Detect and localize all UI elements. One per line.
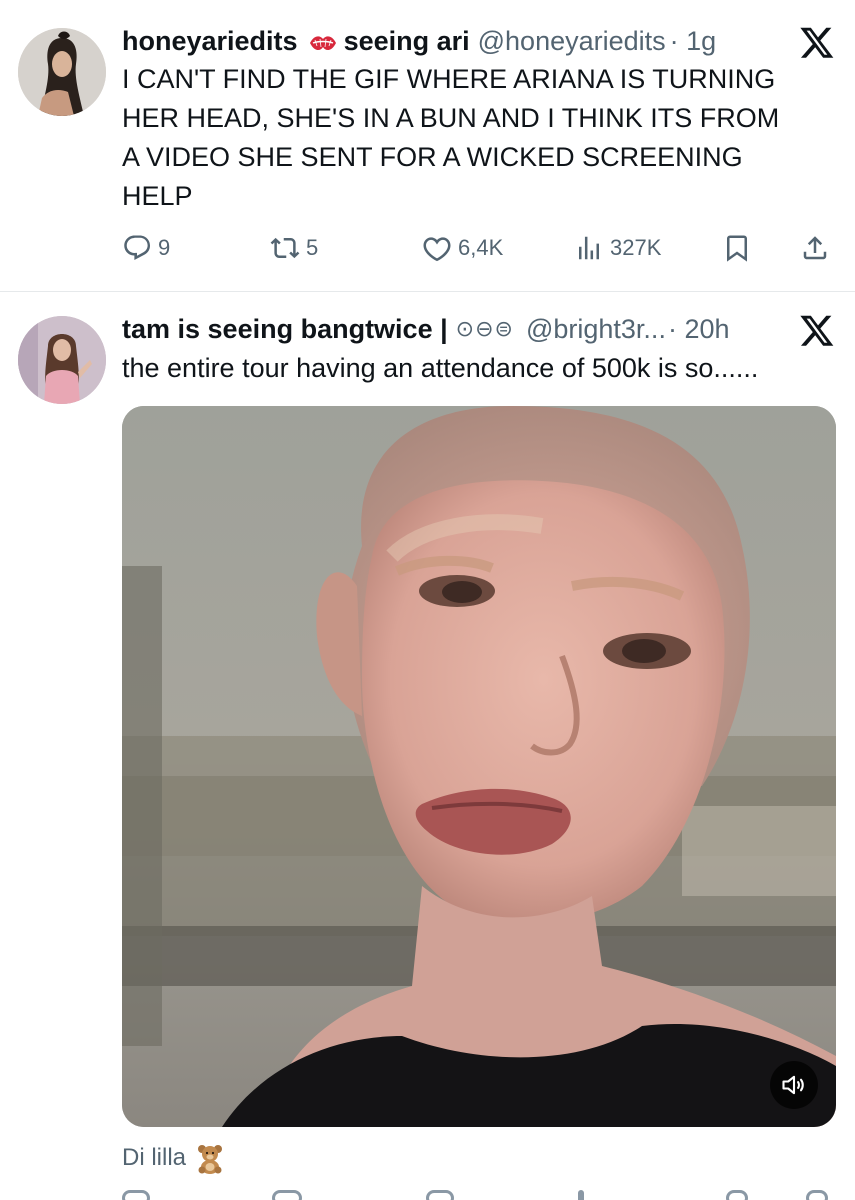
tweet-text: I CAN'T FIND THE GIF WHERE ARIANA IS TUR…: [122, 64, 780, 211]
views-count: 327K: [610, 235, 662, 260]
handle[interactable]: @honeyariedits: [478, 26, 666, 57]
display-name[interactable]: tam is seeing bangtwice |: [122, 314, 448, 345]
heart-icon: [423, 237, 451, 262]
display-name-suffix[interactable]: seeing ari: [344, 26, 470, 57]
profile-badges: ⊙⊖⊜: [455, 316, 514, 341]
repost-button[interactable]: 5: [270, 228, 318, 268]
next-action-bar-peek: [122, 1190, 835, 1200]
handle[interactable]: @bright3r...: [526, 314, 666, 345]
repost-count: 5: [306, 235, 319, 260]
tweet-header: tam is seeing bangtwice | ⊙⊖⊜ @bright3r.…: [122, 312, 835, 346]
bookmark-button[interactable]: [722, 228, 758, 268]
mute-toggle-button[interactable]: [770, 1061, 818, 1109]
bookmark-icon: [727, 235, 747, 262]
display-name[interactable]: honeyariedits: [122, 26, 298, 57]
reply-button[interactable]: 9: [122, 228, 170, 268]
teddy-bear-emoji: [194, 1142, 226, 1174]
timestamp[interactable]: · 20h: [668, 314, 730, 345]
kiss-mark-emoji: [308, 30, 338, 52]
share-icon: [803, 236, 827, 260]
reply-count: 9: [158, 235, 171, 260]
tweet-video[interactable]: [122, 406, 836, 1127]
like-button[interactable]: 6,4K: [422, 228, 503, 268]
tweet-header: honeyariedits seeing ari @honeyariedits …: [122, 24, 835, 58]
speaker-muted-icon: [782, 1075, 804, 1095]
x-logo-icon[interactable]: [799, 24, 835, 60]
action-bar: 9 5 6,4K 327K: [122, 228, 835, 268]
avatar[interactable]: [18, 28, 106, 116]
video-frame-image: [122, 406, 836, 1127]
avatar[interactable]: [18, 316, 106, 404]
video-caption: Di lilla: [122, 1142, 226, 1174]
tweet-1[interactable]: honeyariedits seeing ari @honeyariedits …: [0, 0, 855, 292]
tweet-text: the entire tour having an attendance of …: [122, 353, 759, 383]
reply-icon: [124, 235, 150, 260]
like-count: 6,4K: [458, 235, 504, 260]
avatar-image: [18, 316, 106, 404]
tweet-divider: [0, 291, 855, 292]
avatar-image: [18, 28, 106, 116]
views-icon: [579, 236, 599, 260]
timestamp[interactable]: · 1g: [670, 26, 717, 57]
caption-text: Di lilla: [122, 1144, 187, 1171]
repost-icon: [270, 237, 300, 259]
views-button[interactable]: 327K: [574, 228, 661, 268]
x-logo-icon[interactable]: [799, 312, 835, 348]
share-button[interactable]: [800, 228, 836, 268]
